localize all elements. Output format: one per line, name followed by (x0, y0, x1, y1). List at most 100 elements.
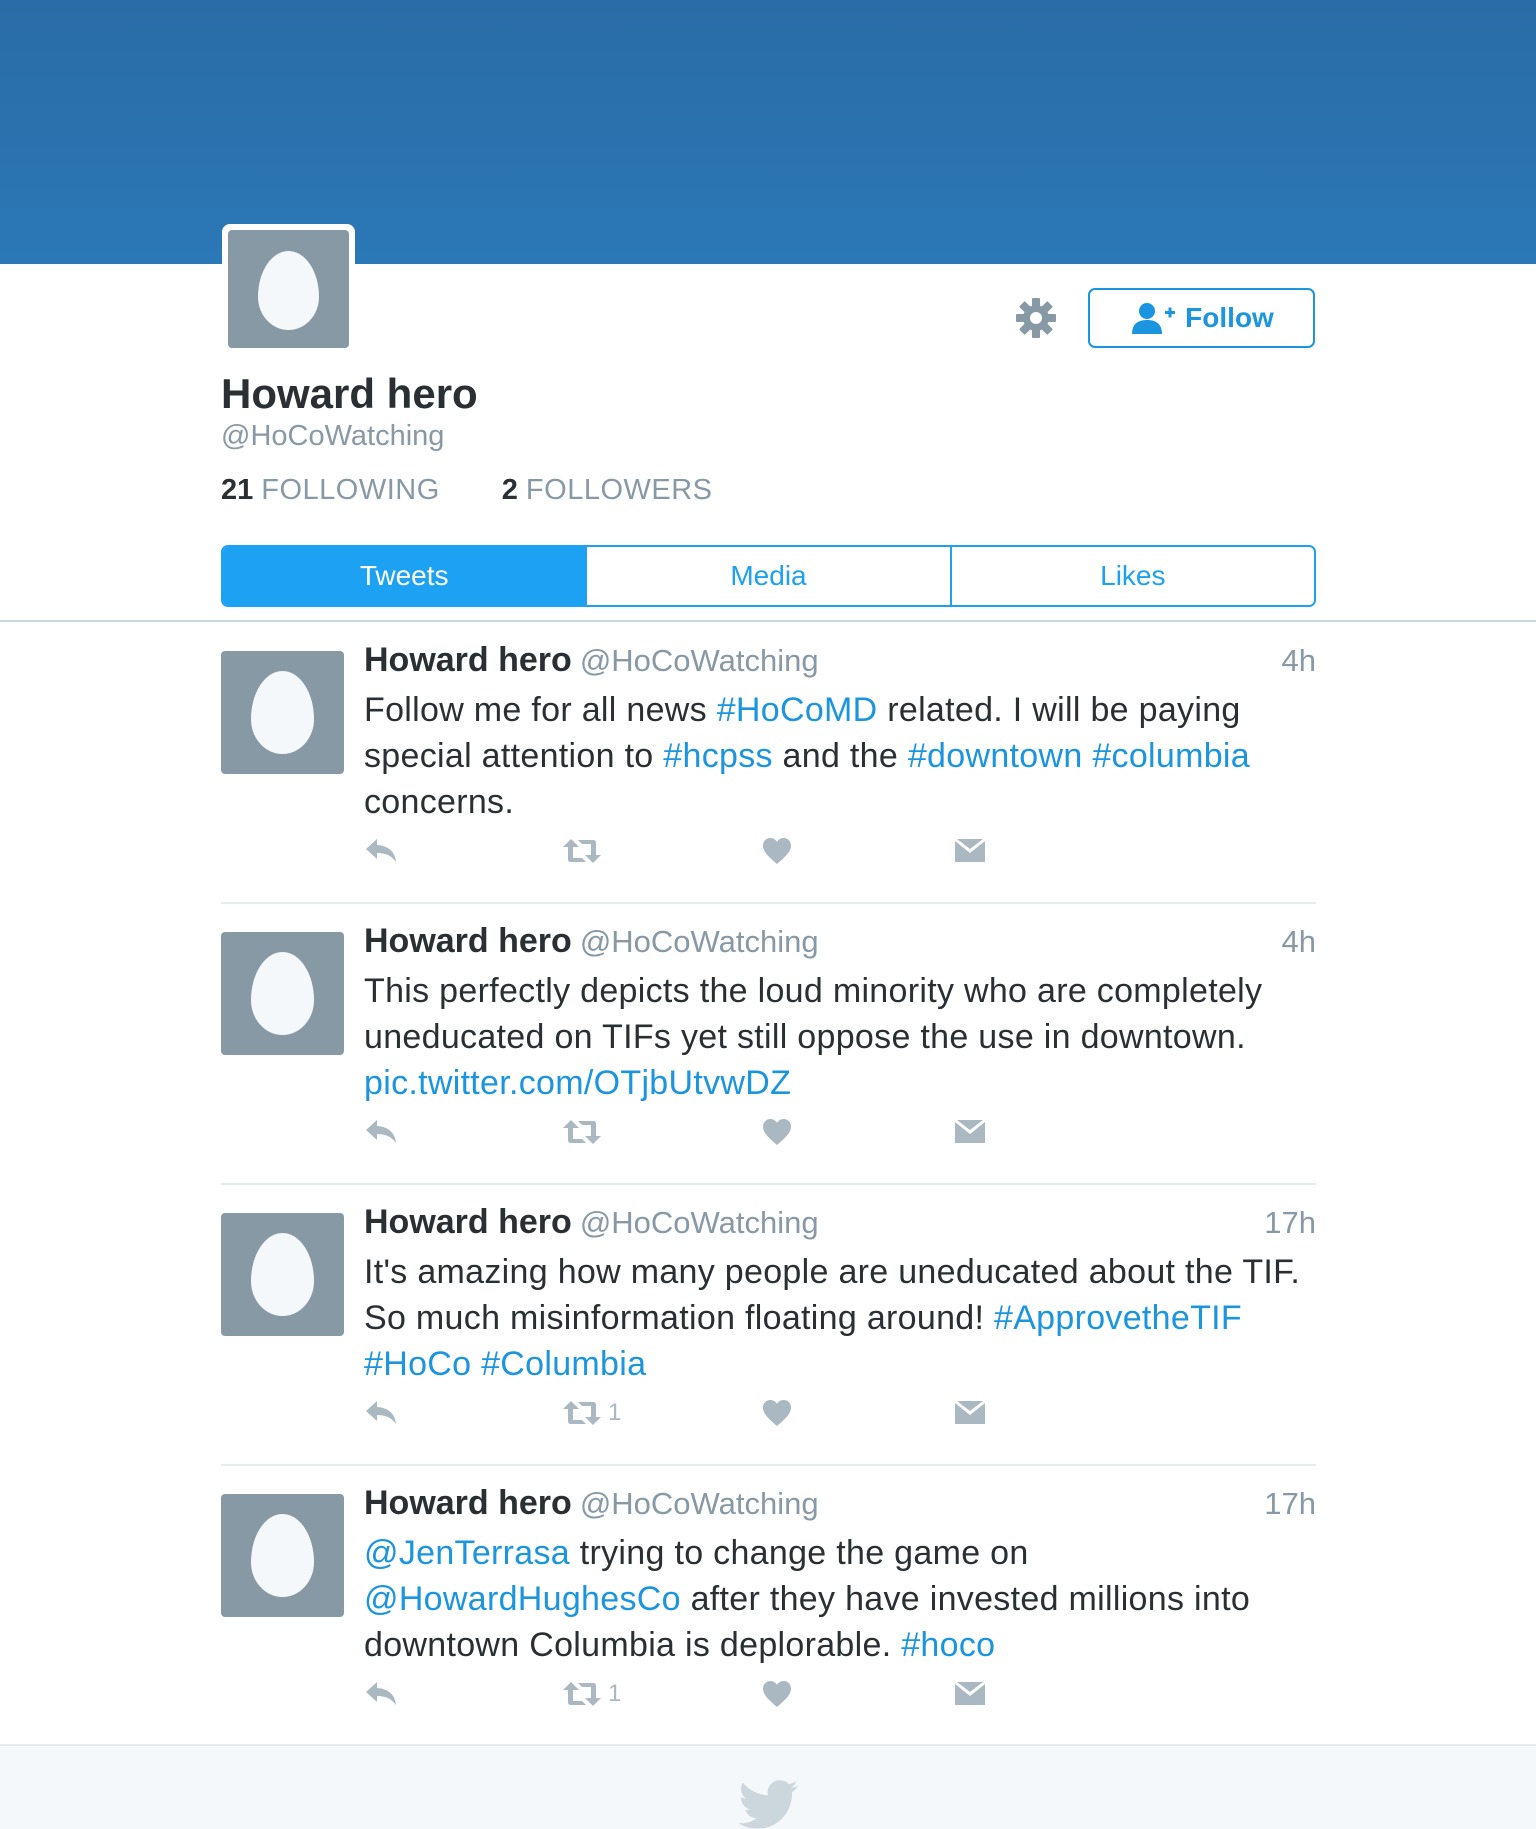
retweet-icon (562, 1118, 602, 1146)
tweet-actions (364, 831, 1064, 871)
reply-button[interactable] (364, 831, 398, 871)
direct-message-button[interactable] (954, 831, 986, 871)
tweet-text: This perfectly depicts the loud minority… (364, 968, 1324, 1106)
twitter-bird-icon (738, 1780, 798, 1829)
envelope-icon (954, 838, 986, 864)
tweet-timestamp[interactable]: 4h (1282, 924, 1316, 960)
tweet-timestamp[interactable]: 17h (1264, 1486, 1316, 1522)
envelope-icon (954, 1119, 986, 1145)
tweet-text: It's amazing how many people are uneduca… (364, 1249, 1324, 1387)
like-button[interactable] (762, 1674, 792, 1714)
tweet-author-name[interactable]: Howard hero (364, 1203, 572, 1241)
gear-icon[interactable] (1012, 294, 1060, 342)
egg-avatar-icon (251, 1233, 314, 1316)
tweet-author-handle[interactable]: @HoCoWatching (580, 1205, 819, 1240)
reply-button[interactable] (364, 1393, 398, 1433)
tweet-link[interactable]: #hcpss (663, 737, 773, 775)
envelope-icon (954, 1681, 986, 1707)
egg-avatar-icon (228, 230, 349, 348)
egg-avatar-icon (251, 671, 314, 754)
heart-icon (762, 1680, 792, 1708)
tweet-actions: 1 (364, 1393, 1064, 1433)
tweet-author-name[interactable]: Howard hero (364, 641, 572, 679)
tweet-link[interactable]: #downtown (908, 737, 1083, 775)
follow-label: Follow (1185, 302, 1274, 333)
retweet-button[interactable]: 1 (562, 1674, 621, 1714)
retweet-count: 1 (608, 1399, 622, 1426)
heart-icon (762, 837, 792, 865)
profile-name: Howard hero (221, 370, 478, 417)
profile-avatar[interactable] (222, 224, 355, 354)
tweet-text-segment (471, 1345, 481, 1383)
tweet-timestamp[interactable]: 17h (1264, 1205, 1316, 1241)
tweet-text-segment: This perfectly depicts the loud minority… (364, 972, 1263, 1056)
tab-tweets[interactable]: Tweets (223, 547, 586, 605)
tab-media[interactable]: Media (585, 547, 950, 605)
tweet-header: Howard hero @HoCoWatching 17h (364, 1484, 1316, 1528)
tweet-text-segment: and the (772, 737, 908, 775)
heart-icon (762, 1118, 792, 1146)
tweet-item[interactable]: Howard hero @HoCoWatching 4h Follow me fo… (221, 623, 1316, 904)
tweet-text-segment: Follow me for all news (364, 691, 717, 729)
retweet-icon (562, 837, 602, 865)
envelope-icon (954, 1400, 986, 1426)
tweet-header: Howard hero @HoCoWatching 4h (364, 922, 1316, 966)
following-stat[interactable]: 21 FOLLOWING (221, 474, 440, 507)
reply-button[interactable] (364, 1112, 398, 1152)
tweet-text-segment: concerns. (364, 783, 515, 821)
direct-message-button[interactable] (954, 1674, 986, 1714)
like-button[interactable] (762, 831, 792, 871)
tweet-text-segment: trying to change the game on (570, 1534, 1029, 1572)
following-count: 21 (221, 474, 254, 506)
tweet-link[interactable]: #columbia (1092, 737, 1250, 775)
retweet-icon (562, 1680, 602, 1708)
retweet-count: 1 (608, 1680, 622, 1707)
retweet-icon (562, 1399, 602, 1427)
tweet-actions: 1 (364, 1674, 1064, 1714)
tweet-link[interactable]: #Columbia (481, 1345, 646, 1383)
like-button[interactable] (762, 1393, 792, 1433)
tweet-link[interactable]: #hoco (901, 1626, 995, 1664)
tweet-avatar[interactable] (221, 651, 344, 774)
tweet-item[interactable]: Howard hero @HoCoWatching 4h This perfect… (221, 904, 1316, 1185)
tweet-item[interactable]: Howard hero @HoCoWatching 17h It's amazin… (221, 1185, 1316, 1466)
tweet-avatar[interactable] (221, 1213, 344, 1336)
tweet-link[interactable]: #HoCo (364, 1345, 471, 1383)
tweet-avatar[interactable] (221, 932, 344, 1055)
following-label: FOLLOWING (261, 474, 440, 506)
egg-avatar-icon (251, 1514, 314, 1597)
profile-tabs: Tweets Media Likes (221, 545, 1316, 607)
reply-icon (364, 837, 398, 865)
tweet-link[interactable]: @JenTerrasa (364, 1534, 570, 1572)
tab-likes[interactable]: Likes (949, 547, 1314, 605)
tweet-author-handle[interactable]: @HoCoWatching (580, 643, 819, 678)
followers-stat[interactable]: 2 FOLLOWERS (502, 474, 713, 507)
tweet-text: Follow me for all news #HoCoMD related. … (364, 687, 1324, 825)
egg-avatar-icon (251, 952, 314, 1035)
tweet-timestamp[interactable]: 4h (1282, 643, 1316, 679)
tweet-link[interactable]: #HoCoMD (717, 691, 878, 729)
tweet-author-handle[interactable]: @HoCoWatching (580, 924, 819, 959)
tweet-link[interactable]: pic.twitter.com/OTjbUtvwDZ (364, 1064, 791, 1102)
tweet-link[interactable]: @HowardHughesCo (364, 1580, 681, 1618)
retweet-button[interactable]: 1 (562, 1393, 621, 1433)
timeline-top-divider (0, 620, 1536, 622)
reply-button[interactable] (364, 1674, 398, 1714)
direct-message-button[interactable] (954, 1112, 986, 1152)
retweet-button[interactable] (562, 831, 608, 871)
reply-icon (364, 1118, 398, 1146)
direct-message-button[interactable] (954, 1393, 986, 1433)
reply-icon (364, 1399, 398, 1427)
tweet-avatar[interactable] (221, 1494, 344, 1617)
like-button[interactable] (762, 1112, 792, 1152)
retweet-button[interactable] (562, 1112, 608, 1152)
tweet-author-name[interactable]: Howard hero (364, 1484, 572, 1522)
profile-handle: @HoCoWatching (221, 420, 445, 452)
tweet-item[interactable]: Howard hero @HoCoWatching 17h @JenTerrasa… (221, 1466, 1316, 1747)
heart-icon (762, 1399, 792, 1427)
tweet-author-handle[interactable]: @HoCoWatching (580, 1486, 819, 1521)
tweet-link[interactable]: #ApprovetheTIF (994, 1299, 1242, 1337)
followers-label: FOLLOWERS (525, 474, 713, 506)
follow-button[interactable]: Follow (1088, 288, 1315, 348)
tweet-author-name[interactable]: Howard hero (364, 922, 572, 960)
